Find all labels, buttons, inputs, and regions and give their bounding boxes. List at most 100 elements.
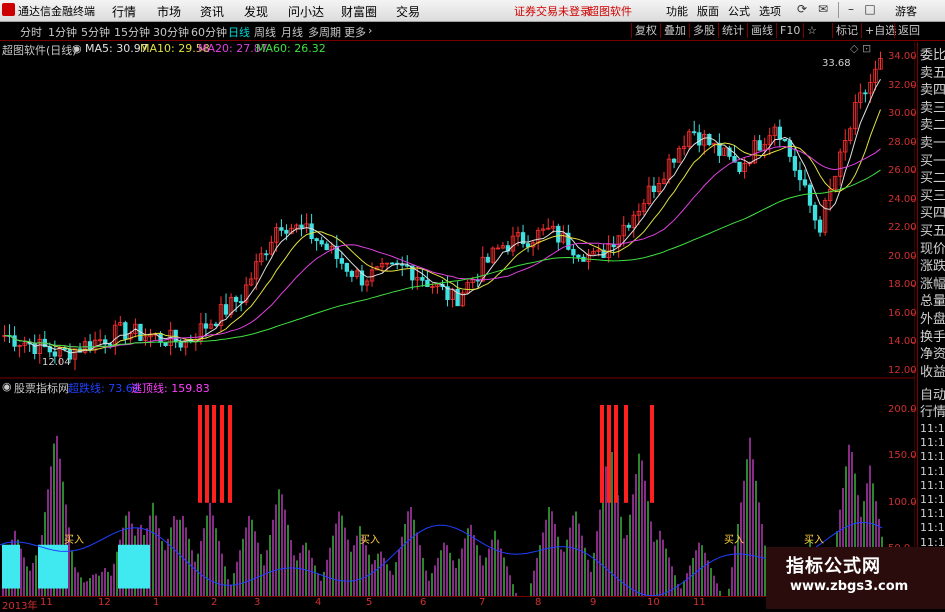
x-axis-label: 7 xyxy=(479,597,486,608)
period-1min[interactable]: 1分钟 xyxy=(48,24,77,40)
period-15min[interactable]: 15分钟 xyxy=(114,24,150,40)
candle-body xyxy=(485,256,490,263)
signal-bar xyxy=(600,404,604,503)
btn-star-icon[interactable]: ☆ xyxy=(803,23,820,38)
period-30min[interactable]: 30分钟 xyxy=(153,24,189,40)
period-daily[interactable]: 日线 xyxy=(228,24,250,40)
btn-overlay[interactable]: 叠加 xyxy=(660,23,689,38)
side-time: 11:16 xyxy=(920,507,945,521)
side-item[interactable]: 涨幅 xyxy=(920,273,945,292)
minimize-icon[interactable]: – xyxy=(843,2,859,17)
maximize-icon[interactable]: □ xyxy=(862,2,878,17)
side-item[interactable]: 买四 xyxy=(920,202,945,221)
btn-back[interactable]: 返回 xyxy=(894,23,923,38)
side-item[interactable]: 买三 xyxy=(920,185,945,204)
period-multi[interactable]: 多周期 xyxy=(308,24,341,40)
side-item[interactable]: 买二 xyxy=(920,167,945,186)
period-more[interactable]: 更多 xyxy=(344,24,366,40)
price-tick-label: 18.00 xyxy=(888,279,917,291)
side-item[interactable]: 现价 xyxy=(920,238,945,257)
quote-side-panel: 委比 卖五 卖四 卖三 卖二 卖一 买一 买二 买三 买四 买五 现价 涨跌 涨幅 总量 外盘 换手 净资 收益 自动… xyxy=(917,42,945,609)
candle-body xyxy=(556,225,561,243)
low-price-label: 12.04 xyxy=(42,357,71,368)
candle-body xyxy=(576,254,581,258)
ma10-line xyxy=(4,109,881,352)
btn-mark[interactable]: 标记 xyxy=(832,23,861,38)
side-item[interactable]: 委比 xyxy=(920,44,945,63)
menu-market[interactable]: 市场 xyxy=(157,3,181,20)
guest-label[interactable]: 游客 xyxy=(895,3,917,19)
candle-body xyxy=(108,343,113,346)
period-5min[interactable]: 5分钟 xyxy=(81,24,110,40)
price-tick-label: 30.00 xyxy=(888,108,917,120)
x-axis-label: 11 xyxy=(693,597,706,608)
side-item[interactable]: 买五 xyxy=(920,220,945,239)
side-item[interactable]: 总量 xyxy=(920,290,945,309)
price-tick-label: 16.00 xyxy=(888,307,917,319)
menu-news[interactable]: 资讯 xyxy=(200,3,224,20)
menu-discover[interactable]: 发现 xyxy=(244,3,268,20)
x-axis-label: 2013年 xyxy=(2,601,38,612)
candle-body xyxy=(178,341,183,348)
app-logo-icon xyxy=(2,3,15,16)
signal-bar xyxy=(205,404,209,503)
kline-chart[interactable] xyxy=(0,41,915,596)
x-axis-label: 12 xyxy=(98,597,111,608)
watermark-url: www.zbgs3.com xyxy=(790,579,909,594)
side-item[interactable]: 外盘 xyxy=(920,308,945,327)
menu-wealth[interactable]: 财富圈 xyxy=(341,3,377,20)
side-item[interactable]: 卖三 xyxy=(920,97,945,116)
signal-bar xyxy=(212,404,216,503)
menu-trade[interactable]: 交易 xyxy=(396,3,420,20)
side-item[interactable]: 卖一 xyxy=(920,132,945,151)
refresh-icon[interactable]: ⟳ xyxy=(794,2,810,17)
side-item[interactable]: 买一 xyxy=(920,150,945,169)
signal-bar xyxy=(614,404,618,503)
candle-body xyxy=(737,161,742,173)
btn-multi-stock[interactable]: 多股 xyxy=(689,23,718,38)
btn-statistics[interactable]: 统计 xyxy=(718,23,747,38)
side-item[interactable]: 卖五 xyxy=(920,62,945,81)
menu-formula[interactable]: 公式 xyxy=(728,3,750,19)
menu-layout[interactable]: 版面 xyxy=(697,3,719,19)
candle-body xyxy=(339,258,344,264)
side-item[interactable]: 换手 xyxy=(920,326,945,345)
price-tick-label: 32.00 xyxy=(888,79,917,91)
side-time: 11:16 xyxy=(920,493,945,506)
period-monthly[interactable]: 月线 xyxy=(281,24,303,40)
btn-f10[interactable]: F10 xyxy=(776,23,803,38)
login-warning[interactable]: 证券交易未登录 xyxy=(514,3,591,19)
side-item[interactable]: 卖四 xyxy=(920,79,945,98)
side-item[interactable]: 净资 xyxy=(920,343,945,362)
side-lower-item[interactable]: 行情 xyxy=(920,401,945,420)
period-weekly[interactable]: 周线 xyxy=(254,24,276,40)
period-60min[interactable]: 60分钟 xyxy=(191,24,227,40)
candle-body xyxy=(87,341,93,351)
candle-body xyxy=(817,219,823,233)
ma20-line xyxy=(4,145,881,348)
menu-ask[interactable]: 问小达 xyxy=(288,3,324,20)
side-item[interactable]: 收益 xyxy=(920,361,945,380)
btn-draw[interactable]: 画线 xyxy=(747,23,776,38)
chevron-right-icon[interactable]: › xyxy=(368,24,372,37)
side-time: 11:16 xyxy=(920,521,945,535)
menu-function[interactable]: 功能 xyxy=(666,3,688,19)
side-item[interactable]: 涨跌 xyxy=(920,255,945,274)
menu-quotes[interactable]: 行情 xyxy=(112,3,136,20)
x-axis-label: 11 xyxy=(40,597,53,608)
period-intraday[interactable]: 分时 xyxy=(20,24,42,40)
candle-body xyxy=(697,132,702,146)
side-time: 11:16 xyxy=(920,478,945,492)
candle-body xyxy=(319,240,324,245)
message-icon[interactable]: ✉ xyxy=(815,2,831,17)
side-item[interactable]: 卖二 xyxy=(920,114,945,133)
indicator-settings-icon[interactable]: ◉ xyxy=(2,380,12,393)
x-axis-label: 6 xyxy=(420,597,427,608)
title-bar: 通达信金融终端 行情 市场 资讯 发现 问小达 财富圈 交易 证券交易未登录 超… xyxy=(0,0,945,22)
price-tick-label: 34.00 xyxy=(888,51,917,62)
candle-body xyxy=(299,224,304,229)
menu-options[interactable]: 选项 xyxy=(759,3,781,19)
candle-body xyxy=(349,270,355,277)
btn-restore-rights[interactable]: 复权 xyxy=(631,23,660,38)
candle-body xyxy=(344,262,350,272)
